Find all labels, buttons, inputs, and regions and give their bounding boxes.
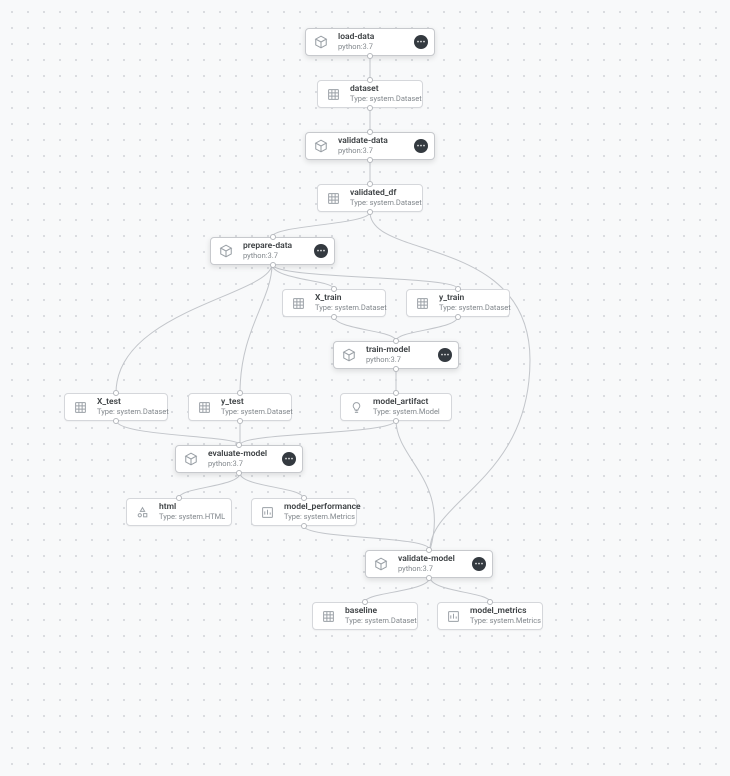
node-subtitle: python:3.7 xyxy=(208,460,276,469)
node-subtitle: python:3.7 xyxy=(398,565,466,574)
task-evaluate-model[interactable]: evaluate-model python:3.7 ⋯ xyxy=(175,445,303,473)
task-validate-model[interactable]: validate-model python:3.7 ⋯ xyxy=(365,550,493,578)
table-icon xyxy=(413,294,431,312)
node-subtitle: Type: system.Dataset xyxy=(345,617,411,626)
table-icon xyxy=(324,189,342,207)
node-subtitle: Type: system.Dataset xyxy=(221,408,285,417)
metrics-icon xyxy=(258,503,276,521)
cube-icon xyxy=(182,450,200,468)
artifact-x-train[interactable]: X_train Type: system.Dataset xyxy=(282,289,386,317)
status-badge: ⋯ xyxy=(414,139,428,153)
task-prepare-data[interactable]: prepare-data python:3.7 ⋯ xyxy=(210,237,335,265)
lightbulb-icon xyxy=(347,398,365,416)
cube-icon xyxy=(217,242,235,260)
node-subtitle: Type: system.Dataset xyxy=(350,199,416,208)
node-subtitle: Type: system.HTML xyxy=(159,513,225,522)
metrics-icon xyxy=(444,607,462,625)
task-load-data[interactable]: load-data python:3.7 ⋯ xyxy=(305,28,435,56)
node-subtitle: Type: system.Model xyxy=(373,408,445,417)
node-subtitle: Type: system.Dataset xyxy=(315,304,379,313)
cube-icon xyxy=(312,137,330,155)
node-subtitle: python:3.7 xyxy=(243,252,308,261)
node-subtitle: Type: system.Dataset xyxy=(350,95,416,104)
status-badge: ⋯ xyxy=(282,452,296,466)
artifact-html[interactable]: html Type: system.HTML xyxy=(126,498,232,526)
task-train-model[interactable]: train-model python:3.7 ⋯ xyxy=(333,341,459,369)
node-subtitle: Type: system.Dataset xyxy=(97,408,161,417)
shapes-icon xyxy=(133,503,151,521)
node-subtitle: python:3.7 xyxy=(338,43,408,52)
node-subtitle: python:3.7 xyxy=(338,147,408,156)
table-icon xyxy=(319,607,337,625)
cube-icon xyxy=(372,555,390,573)
artifact-model-performance[interactable]: model_performance Type: system.Metrics xyxy=(251,498,357,526)
table-icon xyxy=(324,85,342,103)
task-validate-data[interactable]: validate-data python:3.7 ⋯ xyxy=(305,132,435,160)
artifact-model-artifact[interactable]: model_artifact Type: system.Model xyxy=(340,393,452,421)
node-subtitle: Type: system.Metrics xyxy=(470,617,536,626)
artifact-validated-df[interactable]: validated_df Type: system.Dataset xyxy=(317,184,423,212)
node-subtitle: Type: system.Dataset xyxy=(439,304,503,313)
edge-layer xyxy=(0,0,730,776)
status-badge: ⋯ xyxy=(414,35,428,49)
status-badge: ⋯ xyxy=(314,244,328,258)
table-icon xyxy=(195,398,213,416)
node-subtitle: python:3.7 xyxy=(366,356,432,365)
node-subtitle: Type: system.Metrics xyxy=(284,513,350,522)
artifact-dataset[interactable]: dataset Type: system.Dataset xyxy=(317,80,423,108)
status-badge: ⋯ xyxy=(438,348,452,362)
artifact-baseline[interactable]: baseline Type: system.Dataset xyxy=(312,602,418,630)
status-badge: ⋯ xyxy=(472,557,486,571)
artifact-x-test[interactable]: X_test Type: system.Dataset xyxy=(64,393,168,421)
artifact-y-test[interactable]: y_test Type: system.Dataset xyxy=(188,393,292,421)
table-icon xyxy=(289,294,307,312)
artifact-y-train[interactable]: y_train Type: system.Dataset xyxy=(406,289,510,317)
pipeline-canvas[interactable]: load-data python:3.7 ⋯ dataset Type: sys… xyxy=(0,0,730,776)
table-icon xyxy=(71,398,89,416)
artifact-model-metrics[interactable]: model_metrics Type: system.Metrics xyxy=(437,602,543,630)
cube-icon xyxy=(340,346,358,364)
cube-icon xyxy=(312,33,330,51)
